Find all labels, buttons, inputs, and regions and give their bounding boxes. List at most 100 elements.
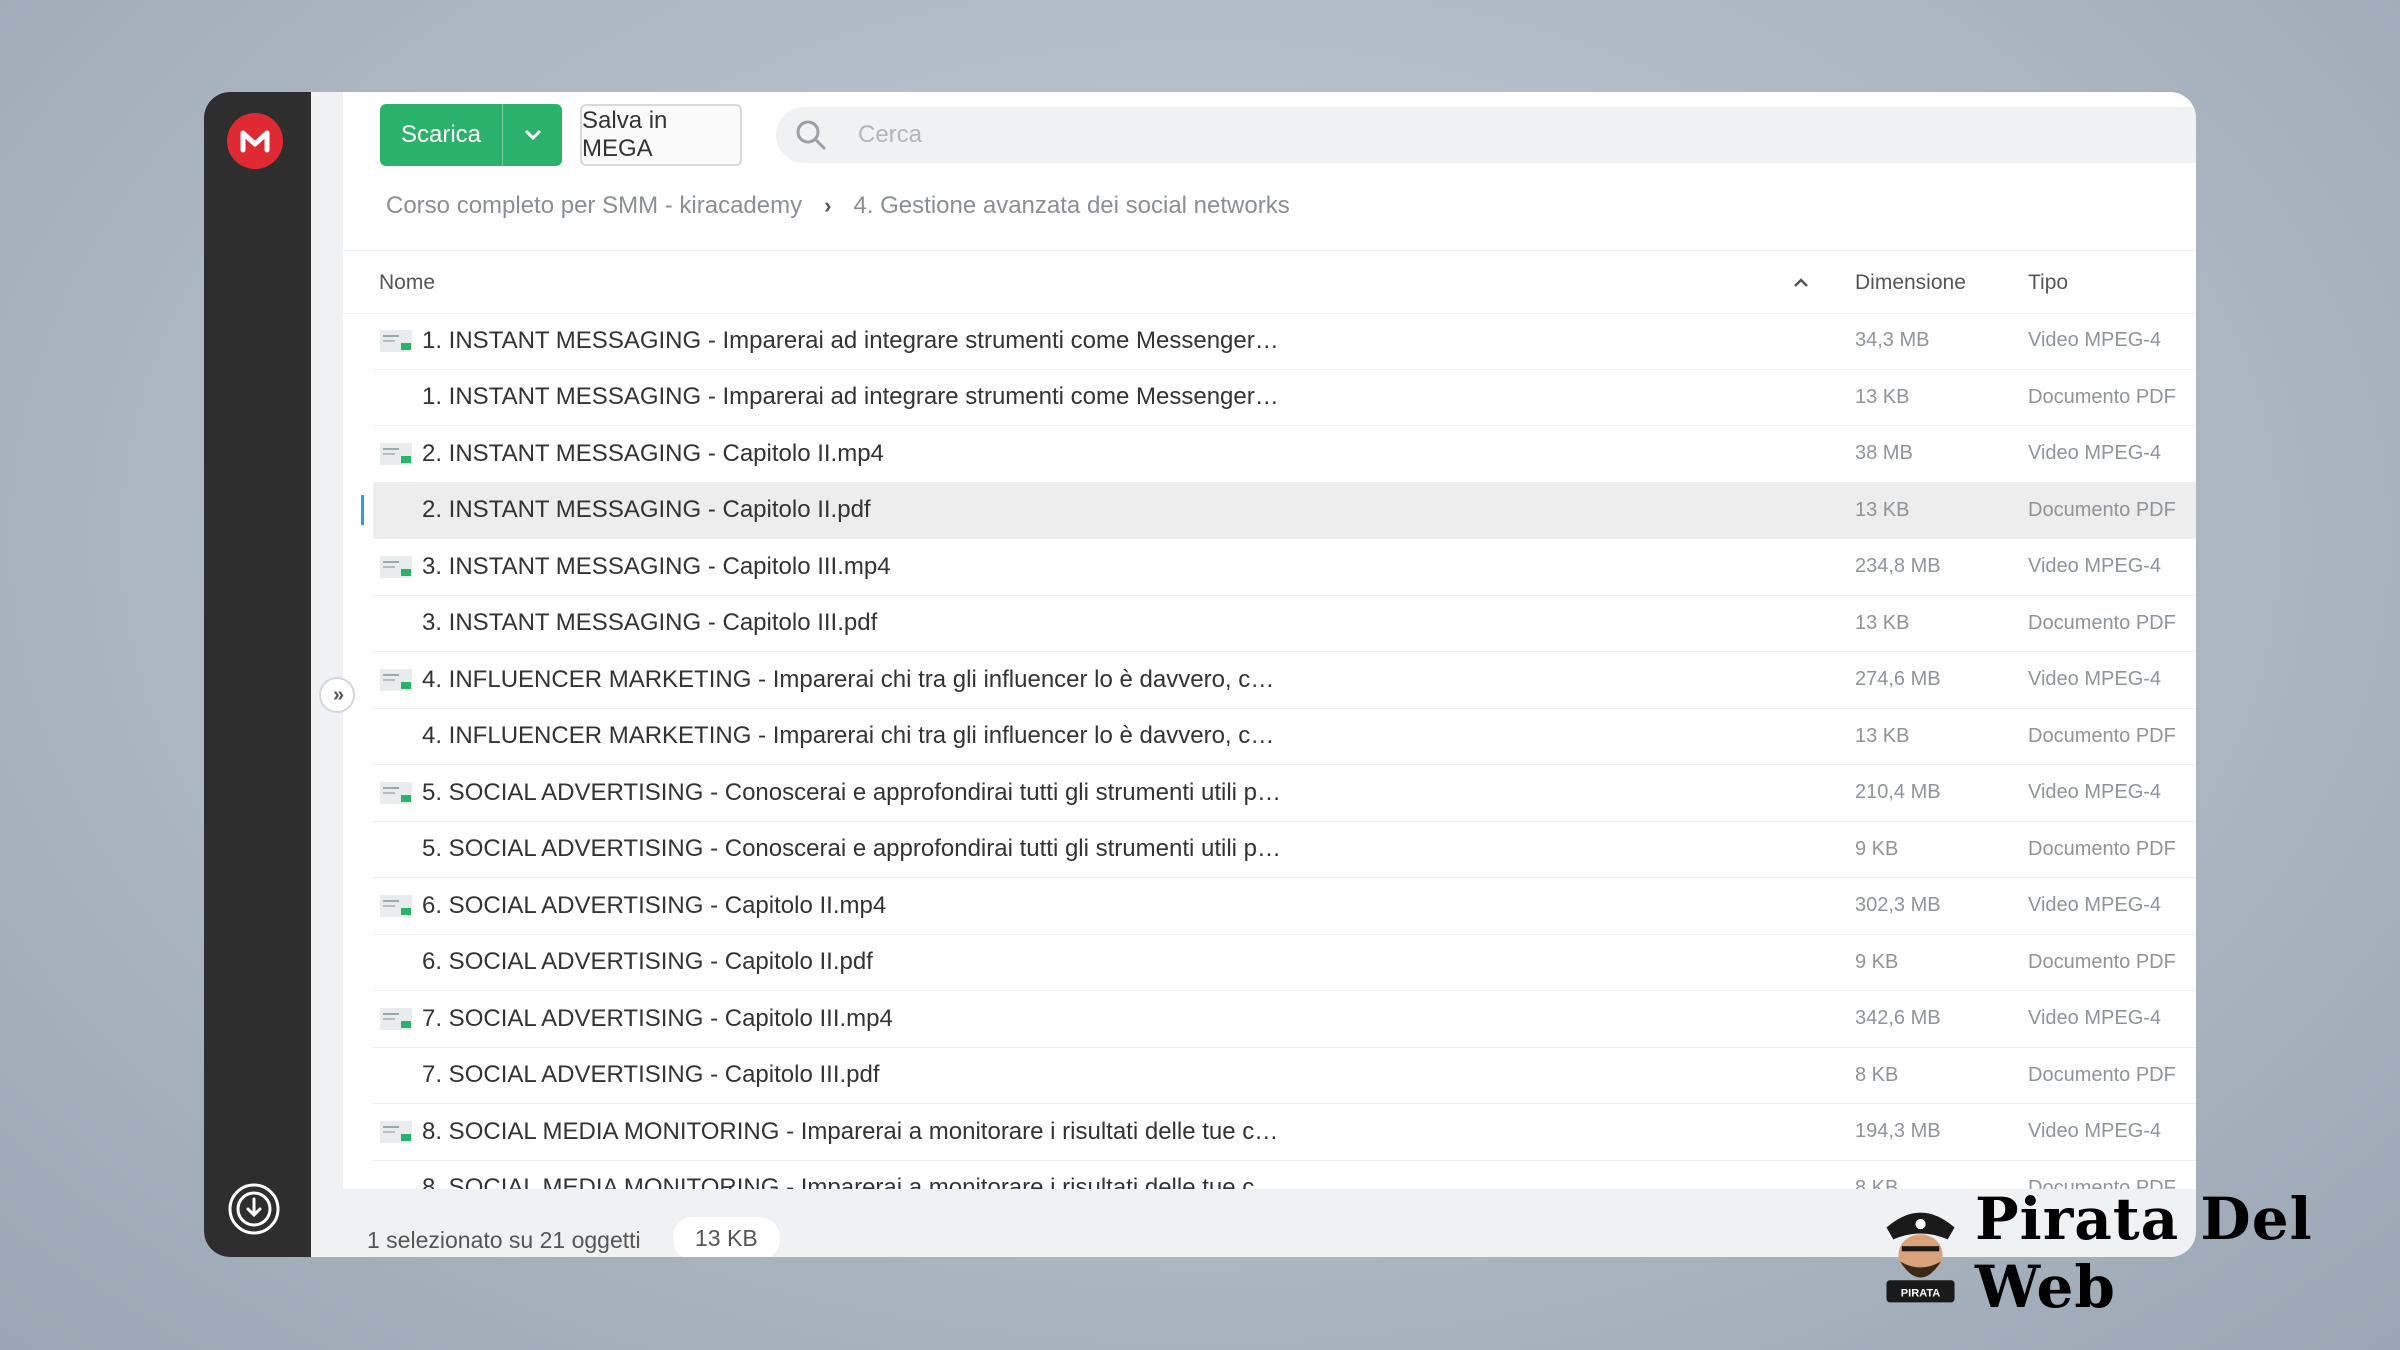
file-row[interactable]: 5. SOCIAL ADVERTISING - Conoscerai e app… xyxy=(373,765,2196,822)
file-name: 5. SOCIAL ADVERTISING - Conoscerai e app… xyxy=(422,778,1282,806)
file-size: 13 KB xyxy=(1855,611,1910,634)
file-type: Documento PDF xyxy=(2028,1063,2176,1086)
selection-indicator xyxy=(361,494,364,525)
pdf-thumbnail-icon xyxy=(379,722,413,750)
file-row[interactable]: 3. INSTANT MESSAGING - Capitolo III.pdf 1… xyxy=(373,596,2196,652)
file-row[interactable]: 3. INSTANT MESSAGING - Capitolo III.mp4 2… xyxy=(373,539,2196,596)
breadcrumb-root[interactable]: Corso completo per SMM - kiracademy xyxy=(386,192,802,220)
search-bar[interactable] xyxy=(776,107,2196,163)
file-row[interactable]: 6. SOCIAL ADVERTISING - Capitolo II.mp4 3… xyxy=(373,878,2196,935)
file-row[interactable]: 2. INSTANT MESSAGING - Capitolo II.pdf 13… xyxy=(361,482,2196,539)
breadcrumb: Corso completo per SMM - kiracademy › 4.… xyxy=(386,192,1290,220)
search-icon xyxy=(776,119,846,151)
video-thumbnail-icon xyxy=(379,779,413,807)
file-size: 342,6 MB xyxy=(1855,1007,1941,1030)
chevron-down-icon[interactable] xyxy=(503,129,562,141)
file-type: Documento PDF xyxy=(2028,498,2176,521)
file-name: 7. SOCIAL ADVERTISING - Capitolo III.pdf xyxy=(422,1061,880,1089)
file-name: 1. INSTANT MESSAGING - Imparerai ad inte… xyxy=(422,326,1282,354)
file-name: 5. SOCIAL ADVERTISING - Conoscerai e app… xyxy=(422,835,1282,863)
file-name: 2. INSTANT MESSAGING - Capitolo II.pdf xyxy=(422,496,871,524)
file-name: 3. INSTANT MESSAGING - Capitolo III.pdf xyxy=(422,609,878,637)
file-type: Documento PDF xyxy=(2028,385,2176,408)
file-size: 13 KB xyxy=(1855,498,1910,521)
pdf-thumbnail-icon xyxy=(379,496,413,524)
file-name: 8. SOCIAL MEDIA MONITORING - Imparerai a… xyxy=(422,1117,1282,1145)
file-type: Documento PDF xyxy=(2028,724,2176,747)
file-type: Video MPEG-4 xyxy=(2028,329,2162,352)
file-size: 234,8 MB xyxy=(1855,555,1941,578)
file-size: 34,3 MB xyxy=(1855,329,1930,352)
column-name-header[interactable]: Nome xyxy=(379,271,435,295)
video-thumbnail-icon xyxy=(379,440,413,468)
download-label: Scarica xyxy=(400,121,482,148)
file-type: Documento PDF xyxy=(2028,950,2176,973)
column-type-header[interactable]: Tipo xyxy=(2028,271,2068,295)
file-name: 2. INSTANT MESSAGING - Capitolo II.mp4 xyxy=(422,439,884,467)
video-thumbnail-icon xyxy=(379,1005,413,1033)
file-type: Video MPEG-4 xyxy=(2028,555,2162,578)
table-header: Nome Dimensione Tipo xyxy=(343,250,2196,314)
file-name: 6. SOCIAL ADVERTISING - Capitolo II.mp4 xyxy=(422,891,887,919)
sort-ascending-icon[interactable] xyxy=(1793,271,1809,295)
file-size: 9 KB xyxy=(1855,837,1899,860)
file-type: Documento PDF xyxy=(2028,837,2176,860)
pdf-thumbnail-icon xyxy=(379,383,413,411)
file-size: 274,6 MB xyxy=(1855,668,1941,691)
file-row[interactable]: 4. INFLUENCER MARKETING - Imparerai chi … xyxy=(373,709,2196,765)
file-name: 4. INFLUENCER MARKETING - Imparerai chi … xyxy=(422,722,1282,750)
file-name: 4. INFLUENCER MARKETING - Imparerai chi … xyxy=(422,665,1282,693)
watermark-brand: PIRATA Pirata Del Web xyxy=(1878,1185,2400,1321)
file-row[interactable]: 7. SOCIAL ADVERTISING - Capitolo III.pdf… xyxy=(373,1048,2196,1104)
file-size: 38 MB xyxy=(1855,442,1913,465)
breadcrumb-current: 4. Gestione avanzata dei social networks xyxy=(853,192,1290,219)
pirate-mascot-icon: PIRATA xyxy=(1886,1212,1955,1303)
file-size: 194,3 MB xyxy=(1855,1120,1941,1143)
file-type: Video MPEG-4 xyxy=(2028,668,2162,691)
pdf-thumbnail-icon xyxy=(379,609,413,637)
chevron-right-icon: › xyxy=(824,193,832,218)
search-input[interactable] xyxy=(856,120,1460,150)
pdf-thumbnail-icon xyxy=(379,1061,413,1089)
file-table: Nome Dimensione Tipo 1. INSTANT MESSAGIN… xyxy=(343,250,2196,1257)
file-name: 3. INSTANT MESSAGING - Capitolo III.mp4 xyxy=(422,552,891,580)
file-row[interactable]: 6. SOCIAL ADVERTISING - Capitolo II.pdf 9… xyxy=(373,935,2196,991)
file-size: 13 KB xyxy=(1855,385,1910,408)
file-type: Video MPEG-4 xyxy=(2028,1007,2162,1030)
selection-size-badge: 13 KB xyxy=(673,1217,780,1257)
mega-window: Scarica Salva in MEGA Corso completo per… xyxy=(204,92,2196,1257)
column-size-header[interactable]: Dimensione xyxy=(1855,271,1966,295)
file-size: 13 KB xyxy=(1855,724,1910,747)
toolbar: Scarica Salva in MEGA xyxy=(380,104,2196,168)
download-button[interactable]: Scarica xyxy=(380,104,562,166)
file-size: 302,3 MB xyxy=(1855,894,1941,917)
video-thumbnail-icon xyxy=(379,327,413,355)
svg-text:PIRATA: PIRATA xyxy=(1901,1287,1941,1299)
video-thumbnail-icon xyxy=(379,892,413,920)
brand-name: Pirata Del Web xyxy=(1975,1185,2313,1321)
video-thumbnail-icon xyxy=(379,1118,413,1146)
file-row[interactable]: 2. INSTANT MESSAGING - Capitolo II.mp4 38… xyxy=(373,426,2196,483)
save-to-mega-button[interactable]: Salva in MEGA xyxy=(580,104,742,166)
transfer-manager-icon[interactable] xyxy=(226,1181,282,1237)
file-size: 210,4 MB xyxy=(1855,781,1941,804)
file-size: 8 KB xyxy=(1855,1063,1899,1086)
file-type: Video MPEG-4 xyxy=(2028,781,2162,804)
file-name: 7. SOCIAL ADVERTISING - Capitolo III.mp4 xyxy=(422,1004,893,1032)
file-row[interactable]: 8. SOCIAL MEDIA MONITORING - Imparerai a… xyxy=(373,1104,2196,1161)
file-name: 1. INSTANT MESSAGING - Imparerai ad inte… xyxy=(422,383,1282,411)
mega-logo-icon[interactable] xyxy=(227,113,283,169)
file-row[interactable]: 5. SOCIAL ADVERTISING - Conoscerai e app… xyxy=(373,822,2196,878)
file-row[interactable]: 7. SOCIAL ADVERTISING - Capitolo III.mp4… xyxy=(373,991,2196,1048)
file-type: Video MPEG-4 xyxy=(2028,1120,2162,1143)
file-row[interactable]: 1. INSTANT MESSAGING - Imparerai ad inte… xyxy=(373,370,2196,426)
selection-count: 1 selezionato su 21 oggetti xyxy=(367,1227,641,1253)
file-type: Video MPEG-4 xyxy=(2028,442,2162,465)
pdf-thumbnail-icon xyxy=(379,948,413,976)
file-list: 1. INSTANT MESSAGING - Imparerai ad inte… xyxy=(343,313,2196,1217)
file-size: 9 KB xyxy=(1855,950,1899,973)
file-type: Video MPEG-4 xyxy=(2028,894,2162,917)
file-row[interactable]: 1. INSTANT MESSAGING - Imparerai ad inte… xyxy=(373,313,2196,370)
file-row[interactable]: 4. INFLUENCER MARKETING - Imparerai chi … xyxy=(373,652,2196,709)
pdf-thumbnail-icon xyxy=(379,835,413,863)
